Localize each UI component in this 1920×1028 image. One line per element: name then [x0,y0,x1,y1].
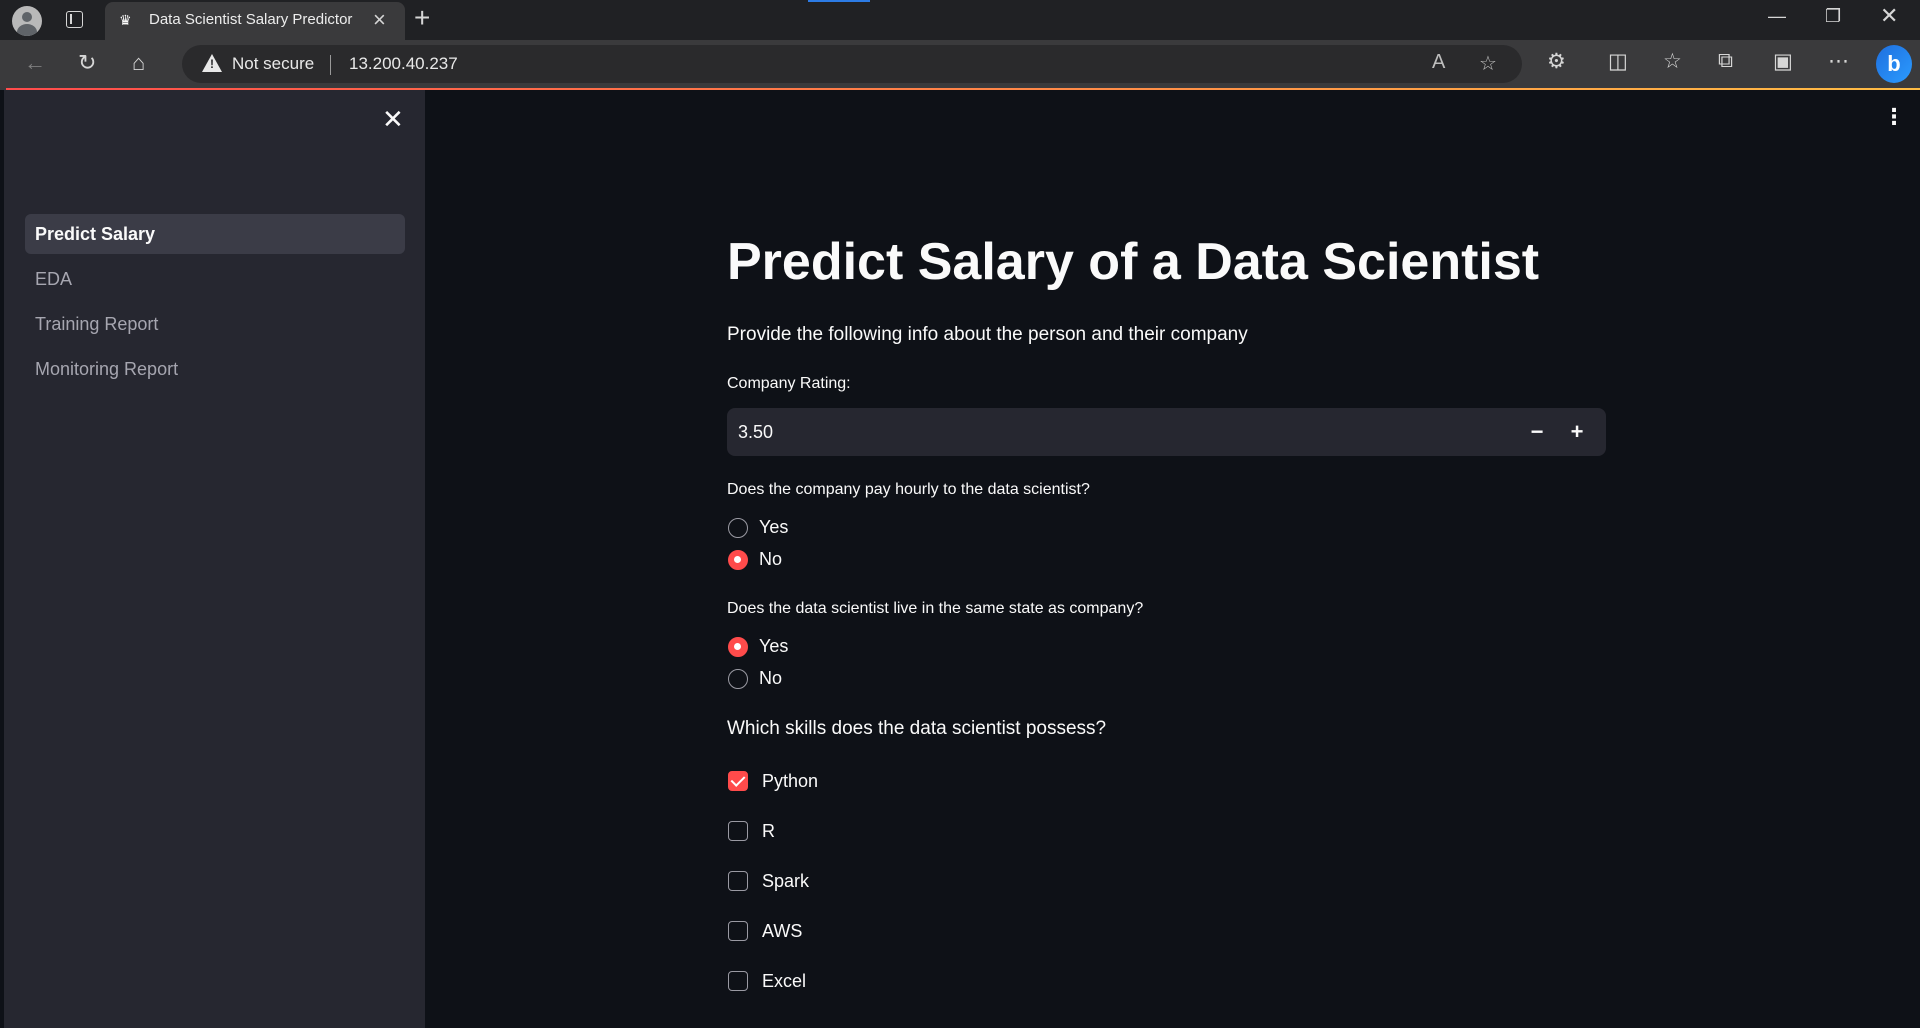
checkbox-icon[interactable] [728,821,748,841]
browser-toolbar: ← ↻ ⌂ Not secure 13.200.40.237 A ☆ ⚙ ◫ ☆… [0,40,1920,90]
window-indicator [808,0,870,2]
tab-title: Data Scientist Salary Predictor [149,11,353,28]
main-content: ⋮ Predict Salary of a Data Scientist Pro… [425,90,1920,1028]
hourly-question: Does the company pay hourly to the data … [727,481,1090,498]
page-title: Predict Salary of a Data Scientist [727,233,1540,291]
decrement-button[interactable]: − [1522,417,1552,447]
sidebar-item-predict-salary[interactable]: Predict Salary [25,214,405,254]
restore-icon[interactable]: ❐ [1825,6,1841,27]
radio-selected-icon[interactable] [728,550,748,570]
radio-icon[interactable] [728,669,748,689]
company-rating-label: Company Rating: [727,375,851,392]
browser-tab-bar: ♛ Data Scientist Salary Predictor × + — … [0,0,1920,40]
address-bar[interactable]: Not secure 13.200.40.237 A ☆ [182,45,1522,83]
page-subtitle: Provide the following info about the per… [727,324,1248,345]
radio-label: No [759,549,783,569]
checkbox-label: AWS [762,921,803,941]
checkbox-icon[interactable] [728,921,748,941]
skills-question: Which skills does the data scientist pos… [727,718,1107,739]
browser-tab[interactable]: ♛ Data Scientist Salary Predictor × [105,2,405,40]
increment-button[interactable]: + [1562,417,1592,447]
profile-avatar-icon[interactable] [12,6,42,36]
checkbox-label: Spark [762,871,810,891]
radio-icon[interactable] [728,518,748,538]
sidebar-item-training-report[interactable]: Training Report [25,304,405,344]
copilot-icon[interactable]: b [1876,45,1912,83]
extensions-icon[interactable]: ⚙ [1547,49,1566,74]
checkbox-label: Excel [762,971,807,991]
favorites-icon[interactable]: ☆ [1663,49,1682,74]
tab-actions-icon[interactable] [66,11,83,28]
home-icon[interactable]: ⌂ [132,50,145,76]
split-screen-icon[interactable]: ◫ [1608,49,1628,74]
radio-label: Yes [759,636,789,656]
radio-label: No [759,668,783,688]
radio-selected-icon[interactable] [728,637,748,657]
main-menu-icon[interactable]: ⋮ [1883,104,1905,130]
warning-icon [202,54,222,72]
security-label[interactable]: Not secure [232,54,314,74]
company-rating-value[interactable]: 3.50 [738,422,773,443]
back-icon[interactable]: ← [24,50,46,76]
sidebar-item-eda[interactable]: EDA [25,259,405,299]
checkbox-checked-icon[interactable] [728,771,748,791]
checkbox-icon[interactable] [728,871,748,891]
sidebar-close-icon[interactable]: ✕ [382,104,404,135]
math-solver-icon[interactable]: ▣ [1773,49,1793,74]
url-text[interactable]: 13.200.40.237 [349,54,458,74]
radio-label: Yes [759,517,789,537]
checkbox-label: R [762,821,775,841]
more-options-icon[interactable]: ⋯ [1828,49,1849,74]
favorite-star-icon[interactable]: ☆ [1479,51,1497,76]
company-rating-input[interactable]: 3.50 − + [727,408,1606,456]
checkbox-icon[interactable] [728,971,748,991]
sidebar-item-monitoring-report[interactable]: Monitoring Report [25,349,405,389]
minimize-icon[interactable]: — [1768,6,1786,27]
same-state-question: Does the data scientist live in the same… [727,600,1144,617]
sidebar: ✕ Predict Salary EDA Training Report Mon… [4,90,425,1028]
refresh-icon[interactable]: ↻ [78,50,96,76]
tab-close-icon[interactable]: × [373,7,386,33]
crown-icon: ♛ [119,12,132,28]
new-tab-icon[interactable]: + [414,2,430,34]
checkbox-label: Python [762,771,819,791]
collections-icon[interactable]: ⧉ [1718,49,1733,73]
read-aloud-icon[interactable]: A [1432,51,1445,74]
window-close-icon[interactable]: ✕ [1880,3,1898,29]
divider [330,55,331,75]
